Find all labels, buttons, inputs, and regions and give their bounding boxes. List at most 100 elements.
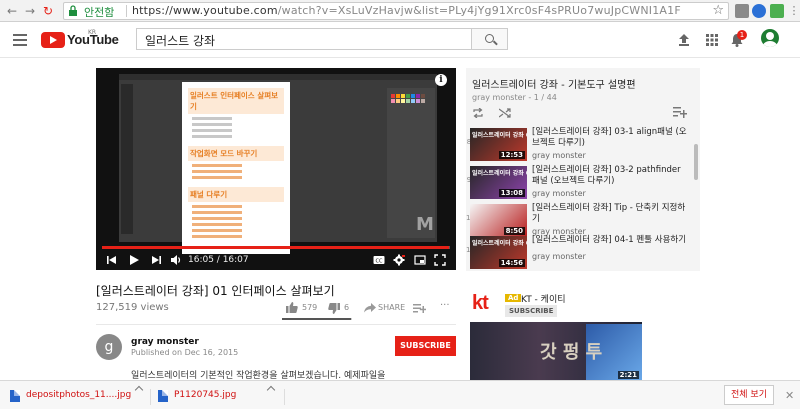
extension-icon[interactable] [735, 4, 749, 18]
shuffle-icon[interactable] [499, 108, 511, 118]
download-filename[interactable]: depositphotos_11....jpg [26, 390, 131, 400]
like-thumb-icon[interactable] [286, 302, 298, 313]
progress-fill [102, 246, 450, 249]
add-to-playlist-icon[interactable] [413, 303, 426, 313]
divider [284, 389, 285, 405]
color-swatch [406, 94, 410, 98]
volume-icon[interactable] [170, 254, 182, 266]
doc-line [192, 205, 242, 208]
doc-line [192, 223, 242, 226]
doc-line [192, 211, 242, 214]
ad-subscribe-button[interactable]: SUBSCRIBE [505, 305, 558, 317]
video-frame-document: 일러스트 인터페이스 살펴보기 작업화면 모드 바꾸기 패널 다루기 [182, 82, 290, 254]
lock-icon [69, 5, 77, 16]
color-swatch [396, 99, 400, 103]
playlist-item-title[interactable]: [일러스트레이터 강좌] 04-1 펜툴 사용하기 [532, 235, 688, 246]
bookmark-star-icon[interactable]: ☆ [712, 3, 724, 18]
download-options-chevron-icon[interactable] [134, 385, 144, 395]
download-options-chevron-icon[interactable] [266, 385, 276, 395]
doc-line [192, 170, 242, 173]
search-input[interactable]: 일러스트 강좌 [136, 28, 472, 50]
playlist-item[interactable]: 8 일러스트레이터 강좌 03-1 Align 12:53 [일러스트레이터 강… [466, 126, 694, 163]
video-title: [일러스트레이터 강좌] 01 인터페이스 살펴보기 [96, 284, 335, 298]
forward-icon[interactable]: → [22, 3, 38, 19]
address-bar[interactable]: 안전함 https://www.youtube.com/watch?v=XsLu… [63, 2, 729, 20]
color-swatch [401, 99, 405, 103]
url-text[interactable]: https://www.youtube.com/watch?v=XsLuVzHa… [132, 4, 681, 17]
play-icon[interactable] [128, 254, 140, 266]
playlist-scrollbar[interactable] [694, 144, 698, 180]
like-count[interactable]: 579 [302, 303, 317, 312]
screen-heading-3: 패널 다루기 [188, 187, 284, 202]
search-button[interactable] [472, 28, 508, 50]
more-actions-icon[interactable]: ··· [440, 300, 450, 311]
image-file-icon [158, 390, 168, 402]
dislike-count[interactable]: 6 [344, 303, 349, 312]
playlist-item-thumbnail[interactable]: 일러스트레이터 강좌 03-2 Pathfinder 13:08 [470, 166, 527, 199]
back-icon[interactable]: ← [4, 3, 20, 19]
duration-badge: 14:56 [498, 259, 525, 267]
upload-icon[interactable] [676, 32, 692, 48]
playlist-item-thumbnail[interactable]: 일러스트레이터 강좌 03-1 Align 12:53 [470, 128, 527, 161]
fullscreen-icon[interactable] [434, 254, 446, 266]
playlist-panel: 일러스트레이터 강좌 - 기본도구 설명편 gray monster - 1 /… [466, 68, 700, 271]
extension-green-icon[interactable] [770, 4, 784, 18]
duration-badge: 12:53 [498, 151, 525, 159]
browser-menu-icon[interactable]: ⋮ [786, 3, 800, 19]
previous-icon[interactable] [106, 254, 118, 266]
video-watermark: M [416, 214, 434, 235]
share-button[interactable]: SHARE [378, 303, 405, 312]
dislike-thumb-icon[interactable] [328, 303, 340, 314]
close-icon[interactable]: ✕ [785, 389, 794, 402]
url-host: https://www.youtube.com [132, 4, 278, 17]
like-ratio-fill [282, 318, 352, 320]
channel-avatar[interactable]: g [96, 334, 122, 360]
playlist-item-title[interactable]: [일러스트레이터 강좌] Tip - 단축키 지정하기 [532, 203, 688, 225]
playlist-item-thumbnail[interactable]: 일러스트레이터 강좌 04-1 펜툴 14:56 [470, 236, 527, 269]
reload-icon[interactable]: ↻ [40, 3, 56, 19]
download-filename[interactable]: P1120745.jpg [174, 390, 236, 400]
menu-icon[interactable] [13, 34, 27, 46]
ad-video-thumbnail[interactable]: 갓 펑 투 2:21 [470, 322, 642, 382]
like-ratio-bar [282, 318, 352, 320]
playlist-item-title[interactable]: [일러스트레이터 강좌] 03-1 align패널 (오브젝트 다루기) [532, 127, 688, 149]
youtube-logo-icon[interactable] [41, 32, 65, 48]
subscribe-button[interactable]: SUBSCRIBE [395, 336, 456, 356]
next-icon[interactable] [150, 254, 162, 266]
youtube-header: YouTube KR 일러스트 강좌 1 [0, 22, 800, 58]
video-info-icon[interactable]: i [435, 74, 447, 86]
view-count: 127,519 views [96, 302, 169, 313]
color-swatch [416, 99, 420, 103]
color-swatch [421, 94, 425, 98]
share-arrow-icon[interactable] [364, 303, 376, 313]
settings-gear-icon[interactable] [393, 254, 405, 266]
kt-logo[interactable]: kt [472, 292, 489, 315]
loop-icon[interactable] [472, 108, 484, 118]
doc-line [192, 117, 232, 120]
playlist-item-channel: gray monster [532, 189, 586, 198]
playlist-item-title[interactable]: [일러스트레이터 강좌] 03-2 pathfinder패널 (오브젝트 다루기… [532, 165, 688, 187]
doc-line [192, 129, 232, 132]
captions-icon[interactable]: CC [373, 254, 385, 266]
notification-badge: 1 [737, 30, 747, 40]
ad-channel-title[interactable]: KT - 케이티 [521, 292, 566, 305]
time-display: 16:05 / 16:07 [188, 255, 249, 265]
channel-name[interactable]: gray monster [131, 337, 199, 347]
playlist-title[interactable]: 일러스트레이터 강좌 - 기본도구 설명편 [472, 76, 636, 91]
video-player[interactable]: 일러스트 인터페이스 살펴보기 작업화면 모드 바꾸기 패널 다루기 M i 1… [96, 68, 456, 270]
miniplayer-icon[interactable] [414, 254, 426, 266]
thumbnail-text: 일러스트레이터 강좌 03-1 Align [472, 132, 527, 139]
apps-grid-icon[interactable] [704, 32, 720, 48]
playlist-item-thumbnail[interactable]: 8:50 [470, 204, 527, 237]
playlist-item[interactable]: 11 일러스트레이터 강좌 04-1 펜툴 14:56 [일러스트레이터 강좌]… [466, 234, 694, 271]
extension-blue-icon[interactable] [752, 4, 766, 18]
progress-bar[interactable] [102, 246, 450, 249]
doc-line [192, 235, 242, 238]
color-swatch [401, 94, 405, 98]
show-all-downloads-button[interactable]: 전체 보기 [724, 385, 774, 405]
save-playlist-icon[interactable] [673, 106, 687, 118]
playlist-item[interactable]: 9 일러스트레이터 강좌 03-2 Pathfinder 13:08 [일러스트… [466, 164, 694, 201]
color-swatch [416, 94, 420, 98]
url-path: /watch?v=XsLuVzHavjw&list=PLy4jYg91Xrc0s… [277, 4, 681, 17]
account-avatar[interactable] [761, 29, 779, 47]
